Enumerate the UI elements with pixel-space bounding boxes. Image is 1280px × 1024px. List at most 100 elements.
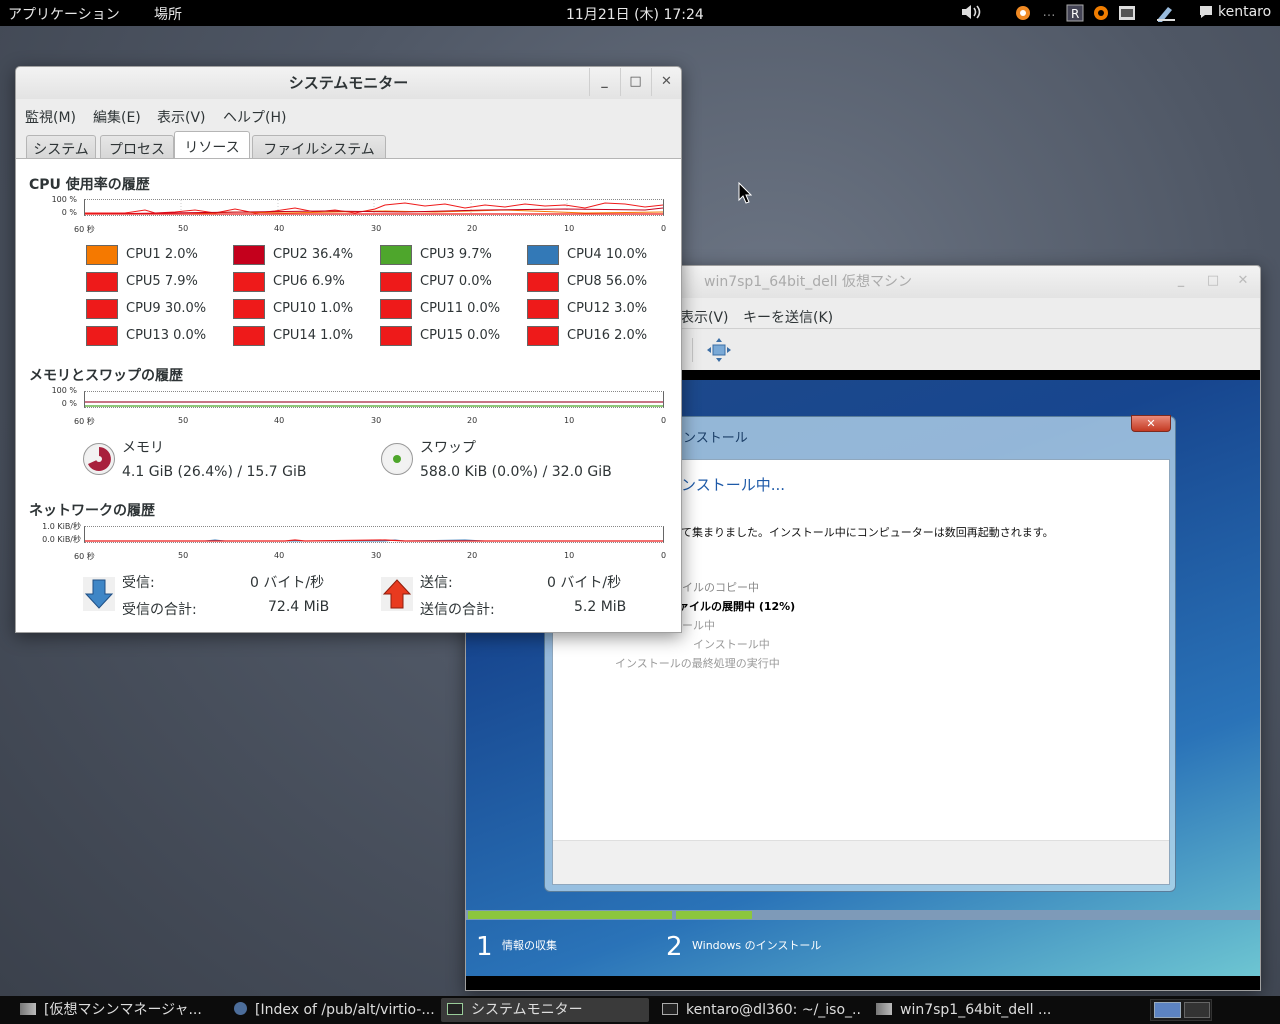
- cpu-usage-label: CPU7 0.0%: [420, 274, 492, 289]
- cpu-color-swatch[interactable]: [527, 272, 559, 292]
- cpu-x-60: 60 秒: [74, 225, 95, 234]
- net-x-10: 10: [564, 551, 575, 560]
- places-menu[interactable]: 場所: [154, 4, 182, 24]
- cpu-color-swatch[interactable]: [233, 272, 265, 292]
- send-total-label: 送信の合計:: [420, 602, 495, 618]
- cpu-color-swatch[interactable]: [86, 245, 118, 265]
- workspace-1[interactable]: [1154, 1002, 1181, 1018]
- task-system-monitor[interactable]: システムモニター: [441, 998, 649, 1022]
- menu-monitor[interactable]: 監視(M): [25, 107, 76, 127]
- step-updates: インストール中: [693, 638, 770, 651]
- cpu-color-swatch[interactable]: [233, 299, 265, 319]
- send-label: 送信:: [420, 575, 453, 591]
- cpu-color-swatch[interactable]: [380, 299, 412, 319]
- cpu-color-swatch[interactable]: [527, 245, 559, 265]
- cpu-color-swatch[interactable]: [233, 245, 265, 265]
- tab-system[interactable]: システム: [26, 135, 96, 159]
- mouse-pointer-icon: [738, 181, 753, 208]
- mem-x-10: 10: [564, 416, 575, 425]
- cpu-usage-label: CPU3 9.7%: [420, 247, 492, 262]
- system-monitor-window: システムモニター _ □ ✕ 監視(M) 編集(E) 表示(V) ヘルプ(H) …: [15, 66, 682, 633]
- cpu-color-swatch[interactable]: [380, 272, 412, 292]
- step-finalize: インストールの最終処理の実行中: [615, 657, 780, 670]
- wb-icon[interactable]: [1118, 4, 1136, 22]
- net-y-top: 1.0 KiB/秒: [42, 522, 81, 531]
- cpu-usage-label: CPU15 0.0%: [420, 328, 501, 343]
- cpu-x-40: 40: [274, 224, 285, 233]
- step-expand: ァイルの展開中 (12%): [678, 600, 796, 613]
- workspace-switcher[interactable]: [1150, 999, 1212, 1021]
- task-virt-manager[interactable]: [仮想マシンマネージャ...: [14, 998, 218, 1022]
- cpu-color-swatch[interactable]: [380, 326, 412, 346]
- tab-processes[interactable]: プロセス: [100, 135, 174, 159]
- receive-total-value: 72.4 MiB: [268, 599, 330, 615]
- mem-x-0: 0: [661, 416, 667, 425]
- volume-icon[interactable]: [960, 3, 984, 21]
- cpu-usage-label: CPU5 7.9%: [126, 274, 198, 289]
- workspace-2[interactable]: [1184, 1002, 1210, 1018]
- net-x-30: 30: [371, 551, 382, 560]
- sysmon-maximize-button[interactable]: □: [620, 68, 650, 96]
- fullscreen-icon[interactable]: [706, 337, 732, 367]
- vm-menu-view[interactable]: 表示(V): [680, 307, 729, 327]
- net-x-50: 50: [178, 551, 189, 560]
- menu-help[interactable]: ヘルプ(H): [223, 107, 286, 127]
- cpu-color-swatch[interactable]: [233, 326, 265, 346]
- vm-menubar: 表示(V) キーを送信(K): [680, 304, 1080, 328]
- task-terminal[interactable]: kentaro@dl360: ~/_iso_...: [656, 998, 862, 1022]
- update-icon[interactable]: [1014, 4, 1032, 22]
- swap-label: スワップ: [420, 440, 476, 456]
- vm-menu-sendkey[interactable]: キーを送信(K): [743, 307, 833, 327]
- clock[interactable]: 11月21日 (木) 17:24: [566, 4, 704, 24]
- net-y-bottom: 0.0 KiB/秒: [42, 535, 81, 544]
- terminal-icon: [662, 1003, 678, 1015]
- swap-pie-icon[interactable]: [381, 443, 413, 475]
- cpu-color-swatch[interactable]: [380, 245, 412, 265]
- setup-message: て集まりました。インストール中にコンピューターは数回再起動されます。: [681, 526, 1054, 539]
- cpu-color-swatch[interactable]: [86, 299, 118, 319]
- vm-close-button[interactable]: ✕: [1228, 267, 1258, 295]
- virt-manager-icon: [20, 1003, 36, 1015]
- setup-progress: [466, 910, 1260, 920]
- net-x-60: 60 秒: [74, 552, 95, 561]
- user-menu[interactable]: kentaro: [1218, 4, 1271, 20]
- download-arrow-icon[interactable]: [83, 577, 115, 615]
- task-vm-viewer[interactable]: win7sp1_64bit_dell ...: [870, 998, 1070, 1022]
- task-browser[interactable]: [Index of /pub/alt/virtio-...: [228, 998, 434, 1022]
- gear-icon[interactable]: [1092, 4, 1110, 22]
- cpu-x-20: 20: [467, 224, 478, 233]
- cpu-color-swatch[interactable]: [86, 272, 118, 292]
- send-total-value: 5.2 MiB: [574, 599, 627, 615]
- setup-close-button[interactable]: ✕: [1131, 415, 1171, 432]
- r-icon[interactable]: R: [1066, 4, 1084, 22]
- cpu-color-swatch[interactable]: [527, 326, 559, 346]
- dots-icon[interactable]: …: [1040, 4, 1058, 22]
- tab-filesystems[interactable]: ファイルシステム: [252, 135, 386, 159]
- sysmon-minimize-button[interactable]: _: [589, 68, 619, 96]
- tab-resources[interactable]: リソース: [174, 131, 250, 160]
- menu-view[interactable]: 表示(V): [157, 107, 206, 127]
- vm-minimize-button[interactable]: _: [1166, 267, 1196, 295]
- network-history-graph: [84, 526, 664, 543]
- sysmon-close-button[interactable]: ✕: [651, 68, 681, 96]
- pen-icon[interactable]: [1154, 2, 1178, 22]
- cpu-x-50: 50: [178, 224, 189, 233]
- applications-menu[interactable]: アプリケーション: [8, 4, 120, 24]
- mem-x-40: 40: [274, 416, 285, 425]
- chat-icon[interactable]: [1197, 4, 1215, 22]
- menu-edit[interactable]: 編集(E): [93, 107, 141, 127]
- cpu-color-swatch[interactable]: [86, 326, 118, 346]
- upload-arrow-icon[interactable]: [381, 577, 413, 615]
- cpu-usage-label: CPU4 10.0%: [567, 247, 648, 262]
- phase1-number: 1: [476, 932, 493, 962]
- phase1-label: 情報の収集: [502, 939, 557, 952]
- mem-x-60: 60 秒: [74, 417, 95, 426]
- cpu-color-swatch[interactable]: [527, 299, 559, 319]
- svg-text:R: R: [1071, 7, 1079, 21]
- phase2-number: 2: [666, 932, 683, 962]
- vm-maximize-button[interactable]: □: [1198, 267, 1228, 295]
- phase2-label: Windows のインストール: [692, 939, 822, 952]
- cpu-x-10: 10: [564, 224, 575, 233]
- memory-pie-icon[interactable]: [83, 443, 115, 475]
- setup-title: ンストール: [683, 431, 748, 446]
